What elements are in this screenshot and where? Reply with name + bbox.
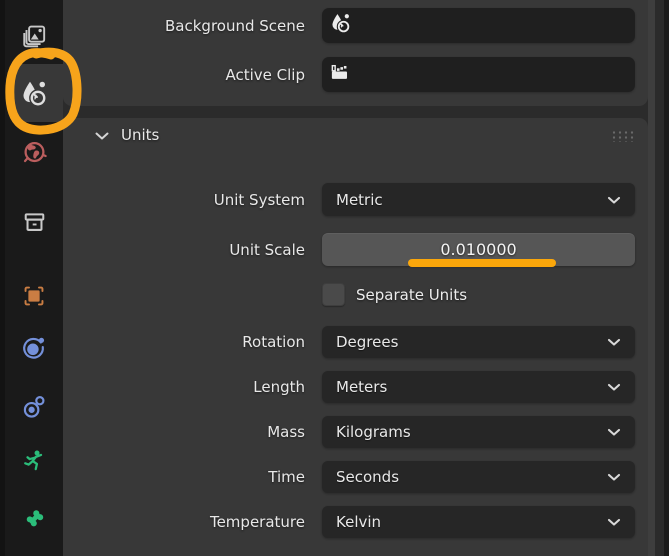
movie-clip-icon [329, 61, 352, 88]
background-scene-row: Background Scene [63, 8, 635, 43]
tab-collection[interactable] [5, 199, 63, 245]
collection-box-icon [21, 209, 48, 236]
tab-scene[interactable] [5, 70, 63, 118]
constraints-icon [21, 394, 47, 420]
length-value: Meters [336, 378, 388, 396]
tab-bone[interactable] [5, 494, 63, 540]
unit-scale-row: Unit Scale 0.010000 [63, 233, 635, 266]
units-panel: Units Unit System Metric Unit Scale 0.01… [63, 118, 648, 556]
separate-units-checkbox[interactable] [322, 283, 345, 306]
separate-units-label[interactable]: Separate Units [356, 286, 467, 304]
chevron-down-icon [94, 126, 110, 145]
tab-world[interactable] [5, 129, 63, 175]
rotation-value: Degrees [336, 333, 399, 351]
unit-scale-label: Unit Scale [229, 240, 305, 259]
armature-icon [21, 448, 47, 474]
rotation-label: Rotation [242, 333, 305, 351]
world-icon [21, 139, 48, 166]
temperature-row: Temperature Kelvin [63, 506, 635, 538]
time-dropdown[interactable]: Seconds [322, 461, 635, 493]
rotation-dropdown[interactable]: Degrees [322, 326, 635, 358]
blender-properties-editor: Background Scene Active Clip Units Unit … [0, 0, 669, 556]
chevron-down-icon [607, 513, 621, 531]
units-panel-header[interactable]: Units [63, 118, 648, 152]
length-label: Length [253, 378, 305, 396]
properties-tab-bar [5, 0, 63, 556]
scrollbar-track [655, 0, 664, 556]
scrollbar-thumb[interactable] [648, 0, 655, 556]
chevron-down-icon [607, 333, 621, 351]
unit-system-label: Unit System [213, 190, 305, 209]
time-label: Time [268, 468, 305, 486]
tab-view-layer[interactable] [5, 13, 63, 59]
tab-constraints[interactable] [5, 384, 63, 430]
drag-grip-icon[interactable] [611, 128, 635, 142]
active-clip-row: Active Clip [63, 57, 635, 92]
scene-icon [19, 79, 49, 109]
unit-system-value: Metric [336, 190, 383, 209]
chevron-down-icon [607, 423, 621, 441]
mass-row: Mass Kilograms [63, 416, 635, 448]
rotation-row: Rotation Degrees [63, 326, 635, 358]
temperature-label: Temperature [209, 513, 305, 531]
temperature-dropdown[interactable]: Kelvin [322, 506, 635, 538]
background-scene-field[interactable] [322, 8, 635, 43]
units-panel-title: Units [121, 126, 160, 144]
separate-units-row: Separate Units [63, 282, 635, 307]
unit-system-dropdown[interactable]: Metric [322, 183, 635, 216]
tab-object-data-armature[interactable] [5, 438, 63, 484]
chevron-down-icon [607, 378, 621, 396]
bone-icon [21, 504, 47, 530]
mass-dropdown[interactable]: Kilograms [322, 416, 635, 448]
active-clip-field[interactable] [322, 57, 635, 92]
active-clip-label: Active Clip [225, 65, 306, 84]
scene-icon [329, 12, 352, 39]
scene-panel: Background Scene Active Clip [63, 0, 648, 106]
tab-object[interactable] [5, 273, 63, 319]
length-dropdown[interactable]: Meters [322, 371, 635, 403]
background-scene-label: Background Scene [165, 16, 305, 35]
time-value: Seconds [336, 468, 400, 486]
physics-icon [21, 335, 47, 361]
chevron-down-icon [607, 191, 621, 209]
unit-system-row: Unit System Metric [63, 183, 635, 216]
chevron-down-icon [607, 468, 621, 486]
mass-value: Kilograms [336, 423, 411, 441]
tab-physics[interactable] [5, 325, 63, 371]
temperature-value: Kelvin [336, 513, 382, 531]
unit-scale-value[interactable]: 0.010000 [322, 233, 635, 266]
properties-main-area: Background Scene Active Clip Units Unit … [63, 0, 648, 556]
object-icon [21, 283, 47, 309]
time-row: Time Seconds [63, 461, 635, 493]
mass-label: Mass [267, 423, 305, 441]
length-row: Length Meters [63, 371, 635, 403]
editor-right-border [664, 0, 669, 556]
view-layer-icon [21, 23, 48, 50]
